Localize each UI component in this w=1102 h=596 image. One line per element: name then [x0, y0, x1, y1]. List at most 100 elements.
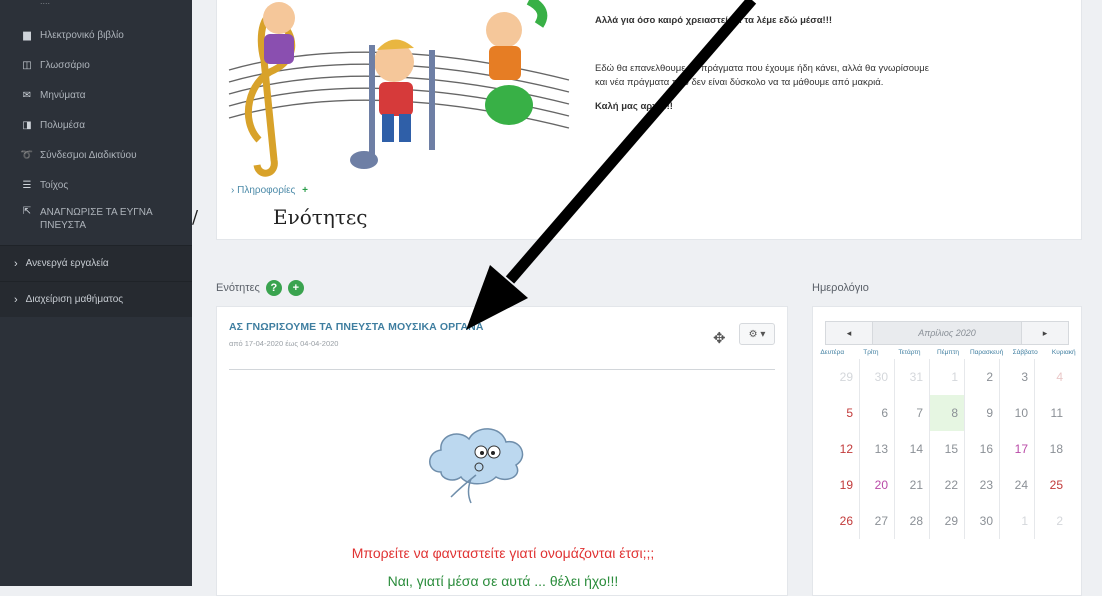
calendar-day[interactable]: 8 [930, 395, 965, 431]
calendar-week: 5 6 7 8 9 10 11 [825, 395, 1069, 431]
calendar-day[interactable]: 9 [965, 395, 1000, 431]
calendar-day[interactable]: 29 [825, 359, 860, 395]
sidebar-item[interactable]: ⇱ ΑΝΑΓΝΩΡΙΣΕ ΤΑ ΕΥΓΝΑ ΠΝΕΥΣΤΑ [0, 200, 192, 242]
description-line: Καλή μας αρχή!!! [595, 101, 673, 112]
calendar-week: 29 30 31 1 2 3 4 [825, 359, 1069, 395]
sidebar-item[interactable]: ◫ Γλωσσάριο [0, 50, 192, 80]
cloud-illustration [429, 428, 524, 504]
calendar-grid: 29 30 31 1 2 3 4 5 6 7 8 9 10 11 12 13 14 15 16 17 18 19 20 21 2… [825, 359, 1069, 539]
book-icon: ▆ [23, 29, 31, 41]
sidebar-item-label: Γλωσσάριο [40, 59, 90, 71]
calendar-title: Ημερολόγιο [812, 282, 869, 294]
add-section-button[interactable]: + [287, 280, 304, 296]
message-icon: ✉ [22, 89, 32, 101]
sections-panel: ΑΣ ΓΝΩΡΙΣΟΥΜΕ ΤΑ ΠΝΕΥΣΤΑ ΜΟΥΣΙΚΑ ΟΡΓΑΝΑ … [216, 306, 788, 596]
calendar-day[interactable]: 30 [965, 503, 1000, 539]
description-line: Εδώ θα επανελθουμε σε πράγματα που έχουμ… [595, 63, 929, 74]
calendar-day[interactable]: 21 [895, 467, 930, 503]
sidebar-item[interactable]: ➰ Σύνδεσμοι Διαδικτύου [0, 140, 192, 170]
answer-text: Ναι, γιατί μέσα σε αυτά ... θέλει ήχο!!! [387, 573, 619, 589]
calendar-day[interactable]: 2 [965, 359, 1000, 395]
calendar-day[interactable]: 28 [895, 503, 930, 539]
weekday-label: Παρασκευή [969, 349, 1004, 356]
divider [229, 369, 775, 370]
calendar-day[interactable]: 29 [930, 503, 965, 539]
link-icon: ➰ [20, 149, 34, 161]
calendar-day[interactable]: 18 [1035, 431, 1069, 467]
calendar-day[interactable]: 16 [965, 431, 1000, 467]
sidebar-item-label: Πολυμέσα [40, 119, 85, 131]
calendar-day[interactable]: 12 [825, 431, 860, 467]
settings-dropdown-button[interactable]: ⚙ ▾ [739, 323, 775, 345]
calendar-day[interactable]: 3 [1000, 359, 1035, 395]
help-icon[interactable]: ? [265, 280, 282, 296]
calendar-day[interactable]: 10 [1000, 395, 1035, 431]
calendar-day[interactable]: 11 [1035, 395, 1069, 431]
calendar-panel: ◂ Απρίλιος 2020 ▸ Δευτέρα Τρίτη Τετάρτη Πέμ… [812, 306, 1082, 596]
calendar-day[interactable]: 26 [825, 503, 860, 539]
calendar-day[interactable]: 1 [930, 359, 965, 395]
plus-icon: + [302, 185, 309, 196]
stray-mark: / [192, 207, 199, 228]
sidebar-section-course-admin[interactable]: › Διαχείριση μαθήματος [0, 281, 192, 317]
sidebar-item[interactable]: ▆ Ηλεκτρονικό βιβλίο [0, 20, 192, 50]
calendar-week: 19 20 21 22 23 24 25 [825, 467, 1069, 503]
calendar-day[interactable]: 27 [860, 503, 895, 539]
calendar-day[interactable]: 25 [1035, 467, 1069, 503]
calendar-day[interactable]: 23 [965, 467, 1000, 503]
calendar-next-button[interactable]: ▸ [1021, 321, 1069, 345]
calendar-day[interactable]: 14 [895, 431, 930, 467]
sidebar-item-label: ΑΝΑΓΝΩΡΙΣΕ ΤΑ ΕΥΓΝΑ ΠΝΕΥΣΤΑ [40, 207, 153, 231]
wall-icon: ☰ [22, 179, 32, 191]
sidebar-item[interactable]: ☰ Τοίχος [0, 170, 192, 200]
chevron-right-icon: › [14, 257, 18, 270]
calendar-day[interactable]: 24 [1000, 467, 1035, 503]
description-line: και νέα πράγματα που δεν είναι δύσκολο ν… [595, 77, 884, 88]
calendar-day[interactable]: 2 [1035, 503, 1069, 539]
glossary-icon: ◫ [22, 59, 32, 71]
sections-header: Ενότητες ? + [216, 280, 304, 296]
calendar-day[interactable]: 20 [860, 467, 895, 503]
weekday-label: Κυριακή [1051, 349, 1076, 356]
sidebar-section-inactive-tools[interactable]: › Ανενεργά εργαλεία [0, 245, 192, 281]
sidebar-item-label: Τοίχος [40, 179, 69, 191]
calendar-day[interactable]: 19 [825, 467, 860, 503]
music-kids-illustration [228, 0, 570, 177]
weekday-label: Τετάρτη [898, 349, 921, 356]
calendar-day[interactable]: 5 [825, 395, 860, 431]
info-label: Πληροφορίες [237, 185, 296, 196]
calendar-day[interactable]: 30 [860, 359, 895, 395]
calendar-day[interactable]: 6 [860, 395, 895, 431]
info-toggle[interactable]: › Πληροφορίες + [231, 185, 308, 196]
sidebar: .... ▆ Ηλεκτρονικό βιβλίο ◫ Γλωσσάριο ✉ Μηνύμ… [0, 0, 192, 586]
unit-title-link[interactable]: ΑΣ ΓΝΩΡΙΣΟΥΜΕ ΤΑ ΠΝΕΥΣΤΑ ΜΟΥΣΙΚΑ ΟΡΓΑΝΑ [229, 321, 484, 333]
weekday-label: Πέμπτη [937, 349, 960, 356]
calendar-day[interactable]: 15 [930, 431, 965, 467]
chevron-right-icon: › [14, 293, 18, 306]
move-icon[interactable]: ✥ [713, 329, 726, 347]
tools-icon: ◨ [22, 119, 32, 131]
weekday-label: Σάββατο [1012, 349, 1038, 356]
calendar-week: 12 13 14 15 16 17 18 [825, 431, 1069, 467]
calendar-day[interactable]: 17 [1000, 431, 1035, 467]
calendar-day[interactable]: 22 [930, 467, 965, 503]
sidebar-item[interactable]: ◨ Πολυμέσα [0, 110, 192, 140]
weekday-label: Τρίτη [863, 349, 879, 356]
sidebar-item-label: Σύνδεσμοι Διαδικτύου [40, 149, 137, 161]
unit-date: από 17-04-2020 έως 04-04-2020 [229, 339, 339, 348]
sidebar-item[interactable]: ✉ Μηνύματα [0, 80, 192, 110]
calendar-day[interactable]: 31 [895, 359, 930, 395]
sidebar-section-label: Διαχείριση μαθήματος [25, 294, 124, 305]
course-description-panel: Αλλά για όσο καιρό χρειαστεί θα τα λέμε … [216, 0, 1082, 240]
calendar-day[interactable]: 4 [1035, 359, 1069, 395]
calendar-day[interactable]: 7 [895, 395, 930, 431]
external-icon: ⇱ [22, 206, 32, 217]
calendar-day[interactable]: 1 [1000, 503, 1035, 539]
calendar-prev-button[interactable]: ◂ [825, 321, 873, 345]
calendar-header: ◂ Απρίλιος 2020 ▸ [825, 321, 1069, 345]
calendar-month-label: Απρίλιος 2020 [873, 321, 1021, 345]
calendar-day[interactable]: 13 [860, 431, 895, 467]
sidebar-top-partial: .... [40, 0, 51, 6]
question-text: Μπορείτε να φανταστείτε γιατί ονομάζοντα… [351, 545, 655, 561]
weekday-label: Δευτέρα [820, 349, 845, 356]
